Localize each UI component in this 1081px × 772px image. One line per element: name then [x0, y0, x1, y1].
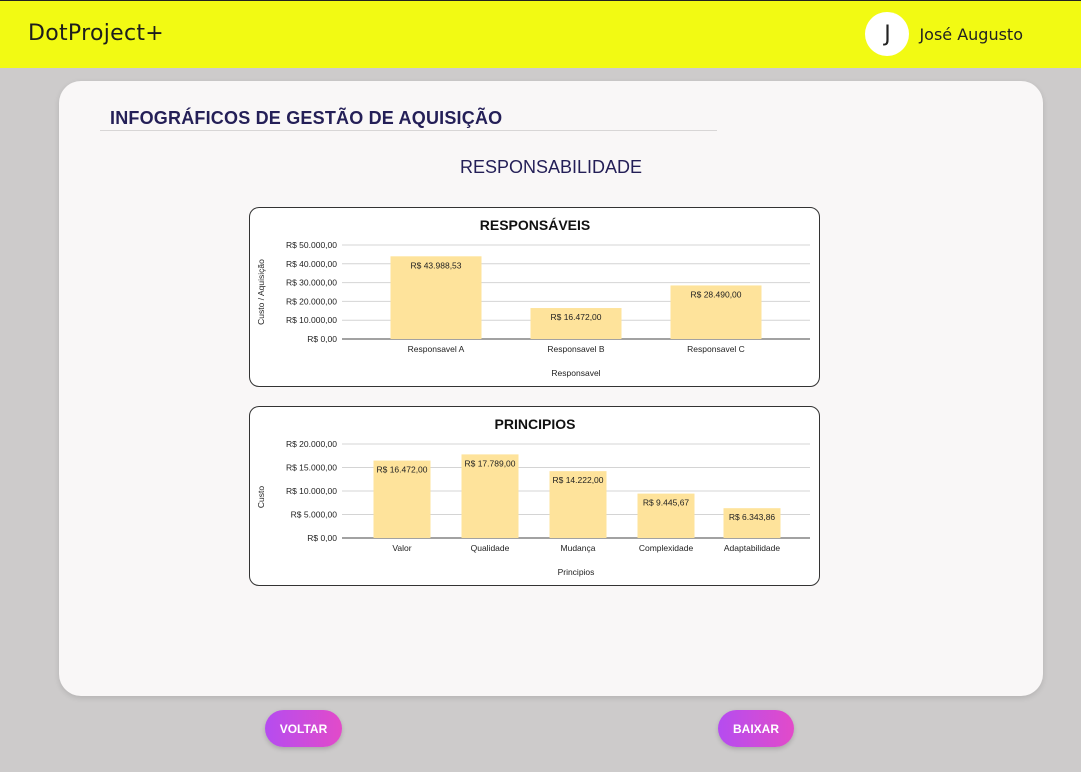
content-card: INFOGRÁFICOS DE GESTÃO DE AQUISIÇÃO RESP… [59, 81, 1043, 696]
y-axis-label: Custo / Aquisição [256, 259, 266, 325]
y-tick-label: R$ 15.000,00 [286, 463, 337, 473]
y-tick-label: R$ 50.000,00 [286, 240, 337, 250]
y-tick-label: R$ 0,00 [307, 533, 337, 543]
x-tick-label: Mudança [561, 543, 596, 553]
y-tick-label: R$ 5.000,00 [291, 510, 338, 520]
user-name: José Augusto [919, 24, 1023, 44]
bar-value-label: R$ 43.988,53 [410, 260, 461, 270]
page-title: INFOGRÁFICOS DE GESTÃO DE AQUISIÇÃO [110, 108, 503, 128]
x-tick-label: Complexidade [639, 543, 694, 553]
app-brand[interactable]: DotProject+ [28, 21, 164, 46]
y-tick-label: R$ 40.000,00 [286, 259, 337, 269]
y-tick-label: R$ 0,00 [307, 334, 337, 344]
x-tick-label: Responsavel B [547, 344, 605, 354]
x-axis-label: Principios [558, 567, 595, 577]
section-title: RESPONSABILIDADE [459, 157, 643, 177]
y-tick-label: R$ 20.000,00 [286, 296, 337, 306]
bar-value-label: R$ 16.472,00 [550, 312, 601, 322]
bar-value-label: R$ 9.445,67 [643, 498, 690, 508]
user-menu[interactable]: J José Augusto [865, 12, 1023, 56]
x-tick-label: Responsavel A [408, 344, 465, 354]
chart-principios-svg: PRINCIPIOS R$ 0,00 R$ 5.000,00 R$ 10.000,00… [256, 416, 810, 577]
download-button[interactable]: BAIXAR [718, 710, 794, 747]
y-tick-label: R$ 20.000,00 [286, 439, 337, 449]
y-tick-label: R$ 10.000,00 [286, 486, 337, 496]
x-axis-label: Responsavel [551, 368, 600, 378]
bar-value-label: R$ 14.222,00 [552, 475, 603, 485]
x-tick-label: Valor [392, 543, 411, 553]
bar-value-label: R$ 17.789,00 [464, 458, 515, 468]
y-tick-label: R$ 30.000,00 [286, 278, 337, 288]
bar-value-label: R$ 28.490,00 [690, 289, 741, 299]
x-tick-label: Adaptabilidade [724, 543, 781, 553]
bar-value-label: R$ 6.343,86 [729, 512, 776, 522]
top-bar: DotProject+ J José Augusto [0, 0, 1081, 68]
title-divider [100, 130, 717, 131]
chart-responsaveis-svg: RESPONSÁVEIS R$ 0,00 R$ 10.000,00 R$ 20.000… [256, 217, 810, 378]
chart-title: PRINCIPIOS [495, 416, 576, 432]
y-axis-label: Custo [256, 486, 266, 508]
chart-responsaveis: RESPONSÁVEIS R$ 0,00 R$ 10.000,00 R$ 20.000… [249, 207, 820, 387]
y-tick-label: R$ 10.000,00 [286, 315, 337, 325]
chart-title: RESPONSÁVEIS [480, 217, 590, 233]
avatar[interactable]: J [865, 12, 910, 56]
x-tick-label: Qualidade [471, 543, 510, 553]
back-button[interactable]: VOLTAR [265, 710, 342, 747]
chart-principios: PRINCIPIOS R$ 0,00 R$ 5.000,00 R$ 10.000,00… [249, 406, 820, 586]
x-tick-label: Responsavel C [687, 344, 745, 354]
bar-value-label: R$ 16.472,00 [376, 465, 427, 475]
